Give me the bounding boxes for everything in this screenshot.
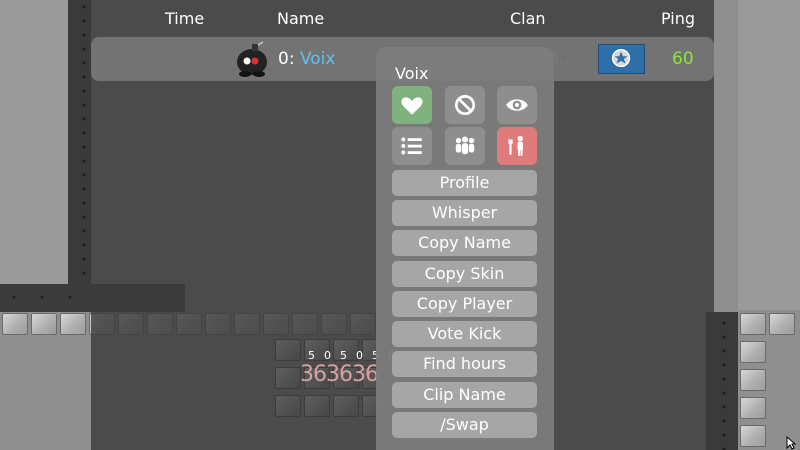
tee-avatar-icon bbox=[237, 41, 267, 77]
tile bbox=[274, 395, 301, 417]
world-big-number: 363636 bbox=[300, 362, 379, 387]
tile bbox=[1, 313, 28, 335]
tile bbox=[739, 341, 766, 363]
player-popup-menu: Voix Profile Whisper Copy Name Copy Skin… bbox=[376, 47, 554, 450]
header-ping: Ping bbox=[661, 9, 696, 28]
tile bbox=[768, 313, 795, 335]
tile bbox=[739, 397, 766, 419]
tile bbox=[739, 313, 766, 335]
copy-player-button[interactable]: Copy Player bbox=[392, 291, 537, 317]
eye-icon bbox=[506, 99, 528, 111]
heart-icon bbox=[401, 97, 423, 115]
group-button[interactable] bbox=[445, 127, 485, 165]
tile bbox=[739, 369, 766, 391]
flag-emblem-icon bbox=[611, 48, 631, 68]
swap-button[interactable]: /Swap bbox=[392, 412, 537, 438]
header-name: Name bbox=[277, 9, 325, 28]
spectate-button[interactable] bbox=[497, 86, 537, 124]
tile bbox=[59, 313, 86, 335]
group-icon bbox=[455, 136, 475, 155]
wall-rivets bbox=[70, 0, 90, 285]
tile bbox=[274, 339, 301, 361]
list-icon bbox=[401, 137, 422, 155]
right-tiles bbox=[738, 312, 800, 450]
background-sky-left bbox=[0, 0, 68, 285]
list-button[interactable] bbox=[392, 127, 432, 165]
vote-kick-button[interactable]: Vote Kick bbox=[392, 321, 537, 347]
tile bbox=[274, 367, 301, 389]
tile bbox=[739, 425, 766, 447]
ignore-button[interactable] bbox=[445, 86, 485, 124]
player-name-text: Voix bbox=[299, 49, 336, 69]
team-button[interactable] bbox=[497, 127, 537, 165]
popup-title: Voix bbox=[395, 64, 429, 83]
background-sky-right bbox=[738, 0, 800, 310]
spectate-icon bbox=[508, 135, 523, 156]
friend-button[interactable] bbox=[392, 86, 432, 124]
profile-button[interactable]: Profile bbox=[392, 170, 537, 196]
player-name[interactable]: 0: Voix bbox=[278, 49, 335, 69]
copy-name-button[interactable]: Copy Name bbox=[392, 230, 537, 256]
header-clan: Clan bbox=[510, 9, 546, 28]
header-time: Time bbox=[165, 9, 205, 28]
mouse-cursor-icon bbox=[786, 436, 796, 450]
tile bbox=[332, 395, 359, 417]
player-ping: 60 bbox=[672, 49, 694, 69]
clip-name-button[interactable]: Clip Name bbox=[392, 382, 537, 408]
scoreboard-header: Time Name Clan Ping bbox=[91, 0, 714, 36]
block-icon bbox=[454, 94, 476, 116]
player-id: 0: bbox=[278, 49, 295, 69]
copy-skin-button[interactable]: Copy Skin bbox=[392, 261, 537, 287]
tile bbox=[30, 313, 57, 335]
flag-icon bbox=[598, 44, 645, 74]
tile bbox=[303, 395, 330, 417]
whisper-button[interactable]: Whisper bbox=[392, 200, 537, 226]
find-hours-button[interactable]: Find hours bbox=[392, 351, 537, 377]
